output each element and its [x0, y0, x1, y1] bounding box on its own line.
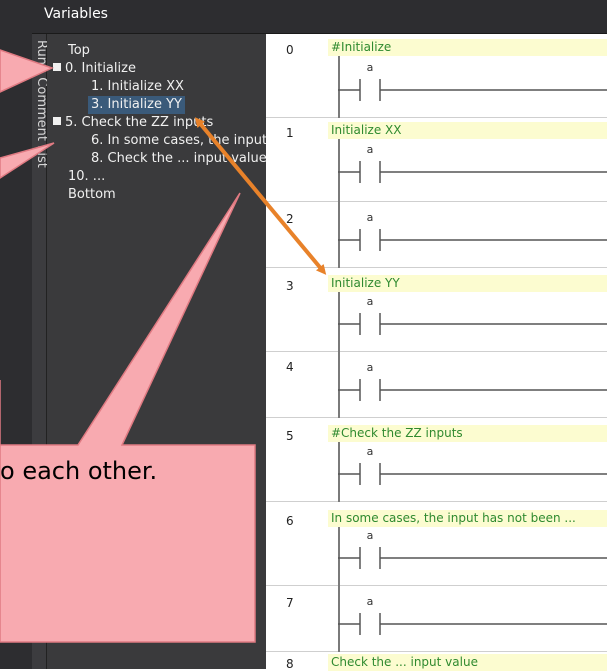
tree-item-initialize-xx[interactable]: 1. Initialize XX [91, 78, 184, 96]
rung[interactable]: 4 a [266, 352, 607, 418]
rung-number: 0 [286, 43, 294, 57]
tree-item-in-some-cases[interactable]: 6. In some cases, the input [91, 132, 267, 150]
rung[interactable]: 1 Initialize XX a [266, 118, 607, 202]
rung-comment[interactable]: #Initialize [328, 39, 607, 56]
tree-item-bottom[interactable]: Bottom [68, 186, 116, 204]
ladder-editor: 0 #Initialize a 1 Initialize XX a 2 a 3 … [266, 34, 607, 671]
left-dock-strip [0, 0, 32, 669]
rung-number: 3 [286, 279, 294, 293]
tree-item-label: 1. Initialize XX [91, 79, 184, 94]
contact-a[interactable]: a [338, 442, 607, 486]
contact-a[interactable]: a [338, 208, 607, 252]
tree-item-10[interactable]: 10. ... [68, 168, 105, 186]
rung-comment[interactable]: #Check the ZZ inputs [328, 425, 607, 442]
rung-number: 4 [286, 360, 294, 374]
contact-label: a [367, 143, 374, 156]
contact-label: a [367, 361, 374, 374]
tree-item-top[interactable]: Top [68, 42, 90, 60]
tree-item-initialize[interactable]: 0. Initialize [53, 60, 136, 78]
rung-number: 1 [286, 126, 294, 140]
callout-text: o each other. [0, 457, 158, 485]
contact-a[interactable]: a [338, 58, 607, 102]
tree-item-label: 3. Initialize YY [91, 97, 182, 112]
tree-item-label: Top [68, 43, 90, 58]
rung[interactable]: 3 Initialize YY a [266, 268, 607, 352]
contact-label: a [367, 529, 374, 542]
rung-number: 5 [286, 429, 294, 443]
contact-label: a [367, 295, 374, 308]
title-bar: Variables [32, 0, 607, 34]
contact-label: a [367, 595, 374, 608]
rung[interactable]: 7 a [266, 586, 607, 652]
rung-comment[interactable]: Initialize XX [328, 122, 607, 139]
tree-item-check-zz[interactable]: 5. Check the ZZ inputs [53, 114, 213, 132]
rung[interactable]: 5 #Check the ZZ inputs a [266, 418, 607, 502]
tree-item-label: 0. Initialize [65, 61, 136, 76]
rung-number: 2 [286, 212, 294, 226]
rung[interactable]: 8 Check the ... input value [266, 652, 607, 671]
tree-item-label: 10. ... [68, 169, 106, 184]
rung-comment-tree: Top 0. Initialize 1. Initialize XX 3. In… [47, 34, 267, 669]
contact-label: a [367, 61, 374, 74]
rung[interactable]: 0 #Initialize a [266, 34, 607, 118]
contact-a[interactable]: a [338, 292, 607, 336]
collapse-icon[interactable] [53, 117, 61, 125]
rung[interactable]: 6 In some cases, the input has not been … [266, 502, 607, 586]
contact-a[interactable]: a [338, 592, 607, 636]
window-title: Variables [44, 6, 108, 22]
rung-number: 6 [286, 514, 294, 528]
tree-item-label: 6. In some cases, the input [91, 133, 268, 148]
rung-number: 7 [286, 596, 294, 610]
rung[interactable]: 2 a [266, 202, 607, 268]
contact-a[interactable]: a [338, 358, 607, 402]
contact-label: a [367, 445, 374, 458]
tree-item-initialize-yy[interactable]: 3. Initialize YY [88, 96, 185, 114]
rung-comment[interactable]: Check the ... input value [328, 654, 607, 671]
tree-item-check-input-value[interactable]: 8. Check the ... input value [91, 150, 267, 168]
tree-item-label: 5. Check the ZZ inputs [65, 115, 214, 130]
contact-a[interactable]: a [338, 140, 607, 184]
tree-item-label: Bottom [68, 187, 116, 202]
rung-comment[interactable]: In some cases, the input has not been ..… [328, 510, 607, 527]
tree-item-label: 8. Check the ... input value [91, 151, 267, 166]
contact-label: a [367, 211, 374, 224]
collapse-icon[interactable] [53, 63, 61, 71]
rung-comment[interactable]: Initialize YY [328, 275, 607, 292]
contact-a[interactable]: a [338, 526, 607, 570]
